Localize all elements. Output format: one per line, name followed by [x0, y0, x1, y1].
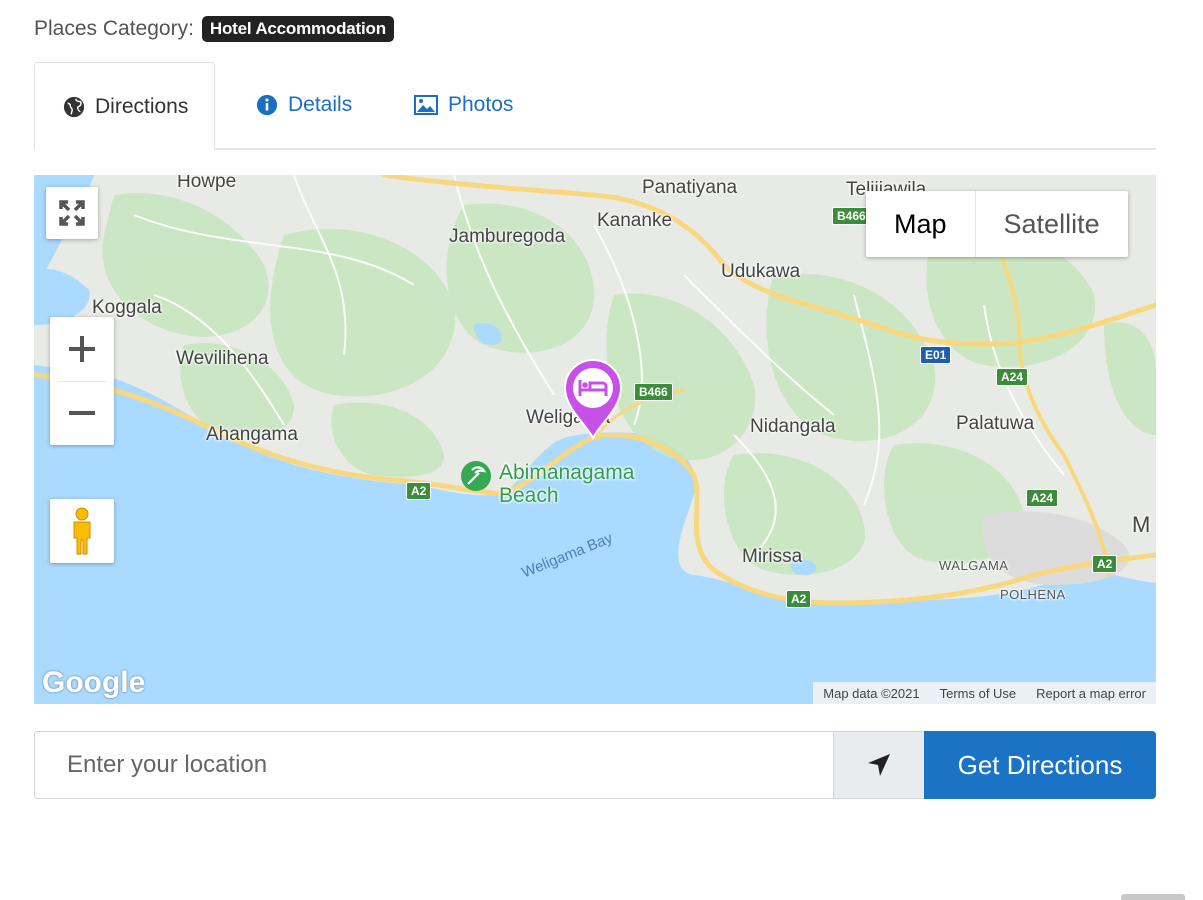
image-icon: [414, 95, 438, 115]
pegman-icon: [73, 507, 91, 555]
map-type-satellite-button[interactable]: Satellite: [976, 191, 1128, 257]
street-view-pegman[interactable]: [50, 499, 114, 563]
road-shield: B466: [634, 383, 673, 401]
minus-icon: [69, 411, 95, 415]
road-shield: A2: [406, 482, 432, 500]
zoom-out-button[interactable]: [50, 381, 114, 445]
my-location-button[interactable]: [834, 731, 924, 799]
place-label: Wevilihena: [176, 348, 269, 369]
road-shield: A2: [786, 590, 812, 608]
places-category: Places Category: Hotel Accommodation: [34, 14, 394, 44]
google-logo: Google: [42, 666, 146, 699]
place-label: Kananke: [597, 210, 673, 231]
road-shield: A2: [1092, 555, 1118, 573]
map-type-map-button[interactable]: Map: [866, 191, 976, 257]
place-label: Udukawa: [721, 261, 801, 282]
map-canvas[interactable]: Howpe Panatiyana Telijjawila Kananke Jam…: [34, 175, 1156, 704]
place-label: Koggala: [92, 297, 162, 318]
place-label: Panatiyana: [642, 177, 738, 198]
place-label: POLHENA: [1000, 587, 1066, 602]
road-shield: B466: [832, 207, 871, 225]
road-shield: A24: [1026, 489, 1059, 507]
plus-icon: [69, 336, 95, 362]
place-label: Mirissa: [742, 546, 803, 567]
map-attribution: Map data ©2021 Terms of Use Report a map…: [813, 682, 1156, 704]
location-input[interactable]: [34, 731, 834, 799]
map-type-control: Map Satellite: [866, 191, 1128, 257]
beach-label: Abimanagama Beach: [499, 461, 635, 507]
tab-photos-label: Photos: [448, 93, 514, 116]
category-badge[interactable]: Hotel Accommodation: [201, 16, 394, 42]
tab-photos[interactable]: Photos: [414, 62, 513, 148]
place-label: Nidangala: [750, 416, 836, 437]
tab-details-label: Details: [288, 93, 353, 116]
place-label: Palatuwa: [956, 413, 1035, 434]
globe-icon: [63, 96, 85, 117]
tab-bar: Directions Details Photos: [34, 62, 1156, 150]
report-map-error-link[interactable]: Report a map error: [1026, 686, 1156, 701]
zoom-control: [50, 317, 114, 445]
place-label: Ahangama: [206, 424, 298, 445]
zoom-in-button[interactable]: [50, 317, 114, 381]
road-shield: E01: [920, 346, 952, 364]
place-label: Jamburegoda: [449, 226, 566, 247]
tab-details[interactable]: Details: [256, 62, 352, 148]
fullscreen-button[interactable]: [46, 187, 98, 239]
fullscreen-icon: [59, 200, 85, 226]
tab-directions[interactable]: Directions: [34, 62, 216, 150]
hotel-marker-icon[interactable]: [562, 358, 624, 440]
map-data-credit: Map data ©2021: [823, 685, 920, 701]
tab-directions-label: Directions: [95, 94, 189, 118]
get-directions-button[interactable]: Get Directions: [924, 731, 1156, 799]
place-label: WALGAMA: [939, 558, 1009, 573]
location-arrow-icon: [868, 754, 890, 776]
beach-marker-icon[interactable]: [459, 459, 493, 493]
category-label: Places Category:: [34, 17, 194, 40]
place-label: Howpe: [177, 175, 237, 192]
road-shield: A24: [996, 368, 1029, 386]
scroll-indicator[interactable]: [1121, 894, 1185, 900]
terms-of-use-link[interactable]: Terms of Use: [930, 686, 1027, 701]
info-icon: [256, 94, 278, 116]
place-label: M: [1132, 512, 1151, 537]
directions-form: Get Directions: [34, 731, 1156, 799]
